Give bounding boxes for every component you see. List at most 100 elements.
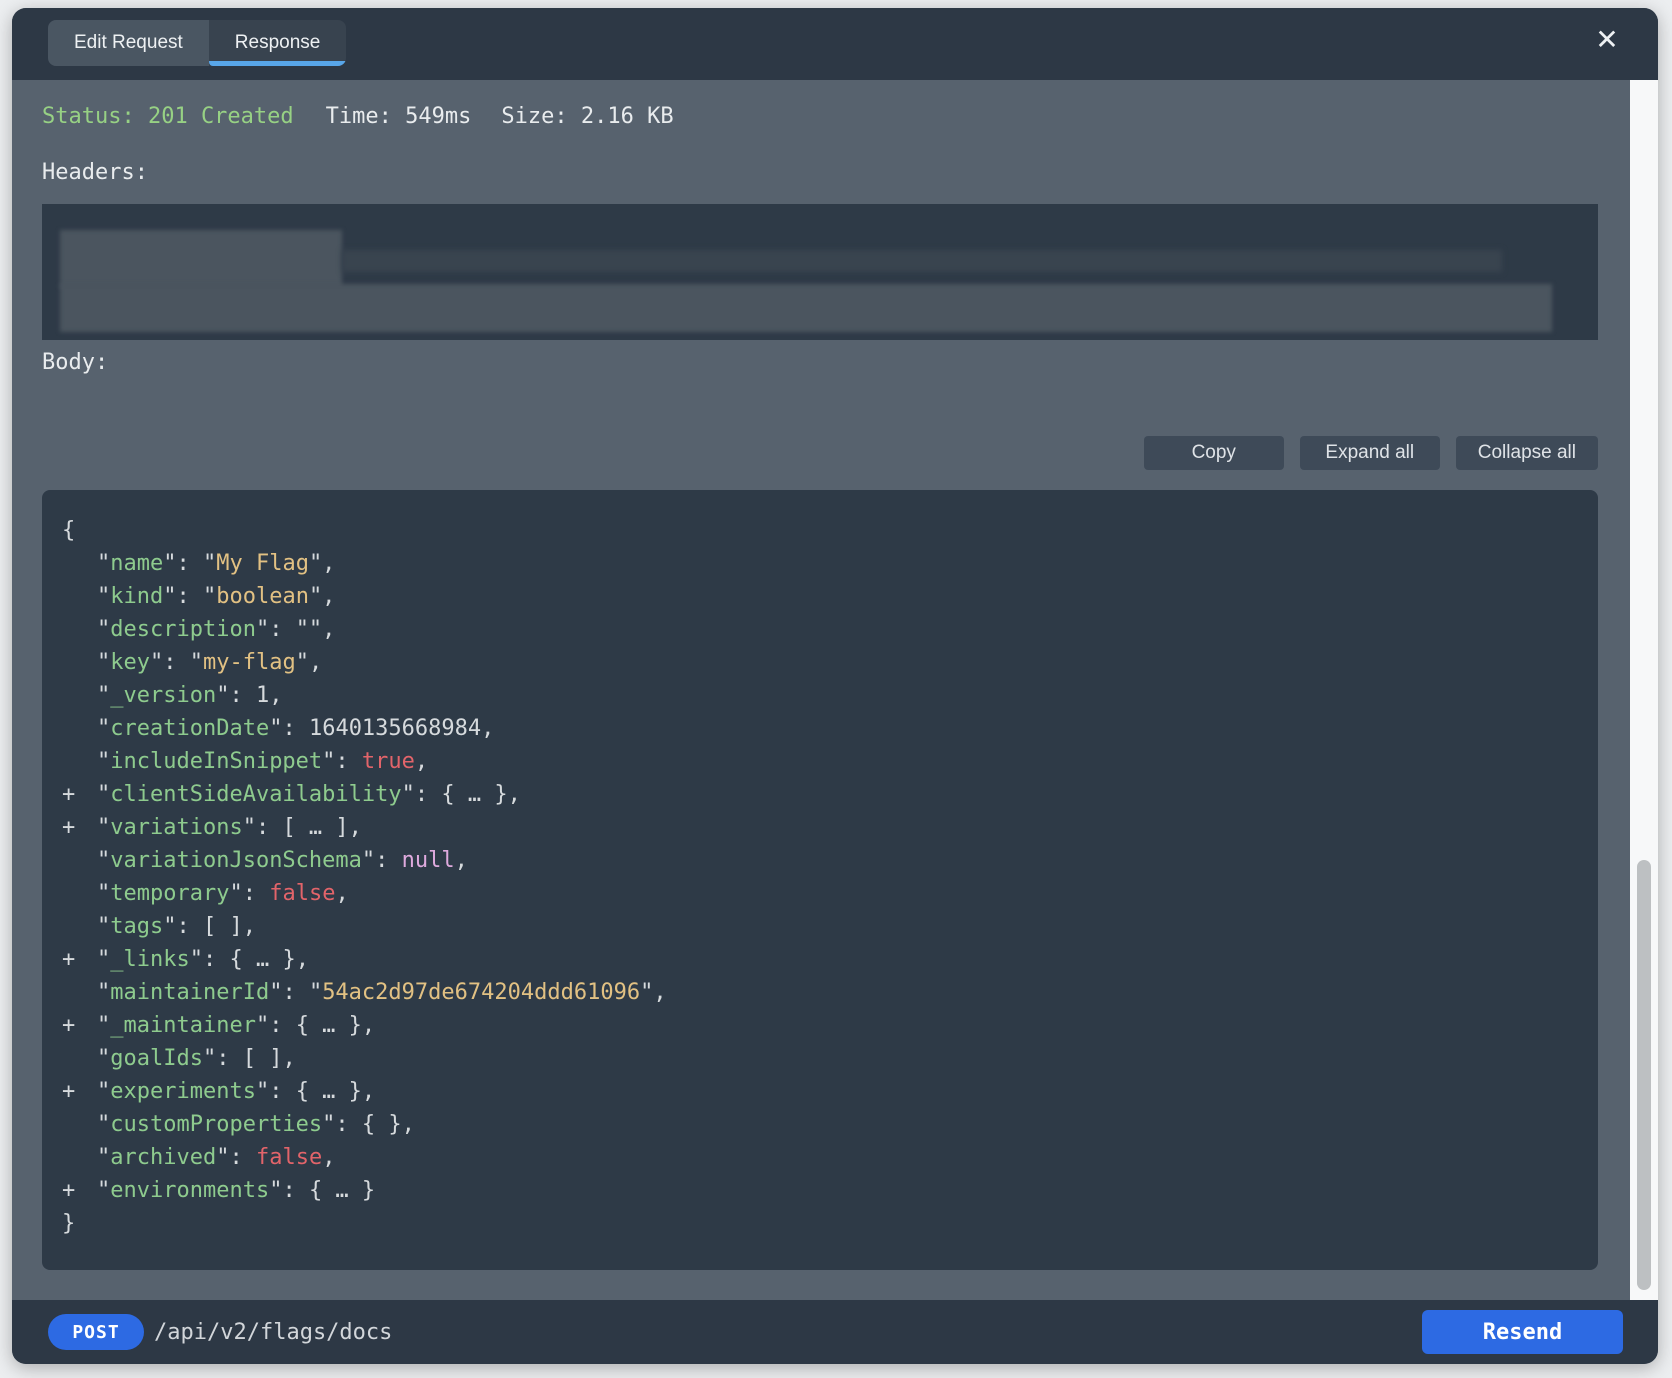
json-token-punc: " [97,551,110,576]
modal-footer: POST /api/v2/flags/docs Resend [12,1300,1658,1364]
json-token-key: temporary [110,881,229,906]
json-token-punc: " [97,1112,110,1137]
json-token-key: _version [110,683,216,708]
json-line: +"clientSideAvailability": { … }, [62,778,1578,811]
json-token-punc: , [269,683,282,708]
json-token-key: variations [110,815,242,840]
json-token-punc: " [97,1178,110,1203]
json-token-str: 54ac2d97de674204ddd61096 [322,980,640,1005]
json-token-key: includeInSnippet [110,749,322,774]
tab-edit-request[interactable]: Edit Request [48,20,209,66]
json-token-key: name [110,551,163,576]
json-line: } [62,1207,1578,1240]
json-token-key: _maintainer [110,1013,256,1038]
json-token-punc: ": " [269,980,322,1005]
json-token-punc: ": [229,881,269,906]
json-token-punc: ": { … }, [256,1079,375,1104]
status-row: Status: 201 CreatedTime: 549msSize: 2.16… [42,104,704,129]
json-token-str: My Flag [216,551,309,576]
json-token-punc: " [97,1145,110,1170]
status-text: Status: 201 Created [42,104,294,129]
json-token-punc: ": [362,848,402,873]
json-token-bool: false [269,881,335,906]
json-token-punc: ": [269,716,309,741]
headers-label: Headers: [42,160,148,185]
json-gutter: } [62,1207,97,1240]
json-token-key: variationJsonSchema [110,848,362,873]
request-path: /api/v2/flags/docs [154,1300,392,1364]
json-line: "maintainerId": "54ac2d97de674204ddd6109… [62,976,1578,1009]
json-token-punc: , [455,848,468,873]
expand-toggle-icon[interactable]: + [62,811,97,844]
response-modal: Edit Request Response ✕ Status: 201 Crea… [12,8,1658,1364]
json-line: "goalIds": [ ], [62,1042,1578,1075]
json-line: "kind": "boolean", [62,580,1578,613]
json-token-key: description [110,617,256,642]
json-token-punc: ": [216,1145,256,1170]
json-token-punc: ", [296,650,323,675]
tab-group: Edit Request Response [48,20,346,66]
json-token-punc: " [97,881,110,906]
json-line: "tags": [ ], [62,910,1578,943]
body-toolbar: Copy Expand all Collapse all [1144,436,1598,470]
json-line: "archived": false, [62,1141,1578,1174]
json-token-punc: ": "", [256,617,335,642]
json-line: { [62,514,1578,547]
scrollbar-track[interactable] [1630,80,1658,1300]
expand-toggle-icon[interactable]: + [62,778,97,811]
json-line: "includeInSnippet": true, [62,745,1578,778]
json-token-key: key [110,650,150,675]
json-token-punc: , [322,1145,335,1170]
json-token-punc: ": { … } [269,1178,375,1203]
json-token-str: my-flag [203,650,296,675]
tab-response[interactable]: Response [209,20,347,66]
size-text: Size: 2.16 KB [501,104,673,129]
expand-toggle-icon[interactable]: + [62,1009,97,1042]
json-token-key: clientSideAvailability [110,782,401,807]
json-token-punc: " [97,749,110,774]
expand-all-button[interactable]: Expand all [1300,436,1440,470]
json-token-punc: , [415,749,428,774]
expand-toggle-icon[interactable]: + [62,1075,97,1108]
collapse-all-button[interactable]: Collapse all [1456,436,1598,470]
json-token-punc: ": { }, [322,1112,415,1137]
json-token-num: 1640135668984 [309,716,481,741]
json-token-punc: " [97,584,110,609]
json-token-punc: ": { … }, [256,1013,375,1038]
json-token-key: environments [110,1178,269,1203]
close-icon[interactable]: ✕ [1590,23,1624,57]
json-line: "description": "", [62,613,1578,646]
json-token-punc: " [97,815,110,840]
json-token-punc: ": [ … ], [243,815,362,840]
json-line: +"variations": [ … ], [62,811,1578,844]
json-line: "customProperties": { }, [62,1108,1578,1141]
json-token-key: kind [110,584,163,609]
json-line: "creationDate": 1640135668984, [62,712,1578,745]
json-token-punc: ": [ ], [203,1046,296,1071]
modal-body: Status: 201 CreatedTime: 549msSize: 2.16… [12,80,1658,1300]
json-line: "_version": 1, [62,679,1578,712]
json-token-punc: ": " [163,584,216,609]
redacted-header-block [60,230,342,288]
json-token-punc: " [97,617,110,642]
json-token-punc: ", [640,980,667,1005]
json-token-punc: ": [ ], [163,914,256,939]
json-token-key: _links [110,947,189,972]
json-token-punc: " [97,947,110,972]
json-token-key: archived [110,1145,216,1170]
body-label: Body: [42,350,108,375]
json-token-punc: ": [322,749,362,774]
json-line: +"_links": { … }, [62,943,1578,976]
json-token-punc: " [97,914,110,939]
expand-toggle-icon[interactable]: + [62,1174,97,1207]
json-token-num: 1 [256,683,269,708]
copy-button[interactable]: Copy [1144,436,1284,470]
expand-toggle-icon[interactable]: + [62,943,97,976]
json-token-punc: " [97,716,110,741]
json-token-key: creationDate [110,716,269,741]
json-token-key: goalIds [110,1046,203,1071]
json-token-punc: ": { … }, [402,782,521,807]
scrollbar-thumb[interactable] [1637,860,1651,1290]
resend-button[interactable]: Resend [1422,1310,1623,1354]
json-token-punc: ": [216,683,256,708]
